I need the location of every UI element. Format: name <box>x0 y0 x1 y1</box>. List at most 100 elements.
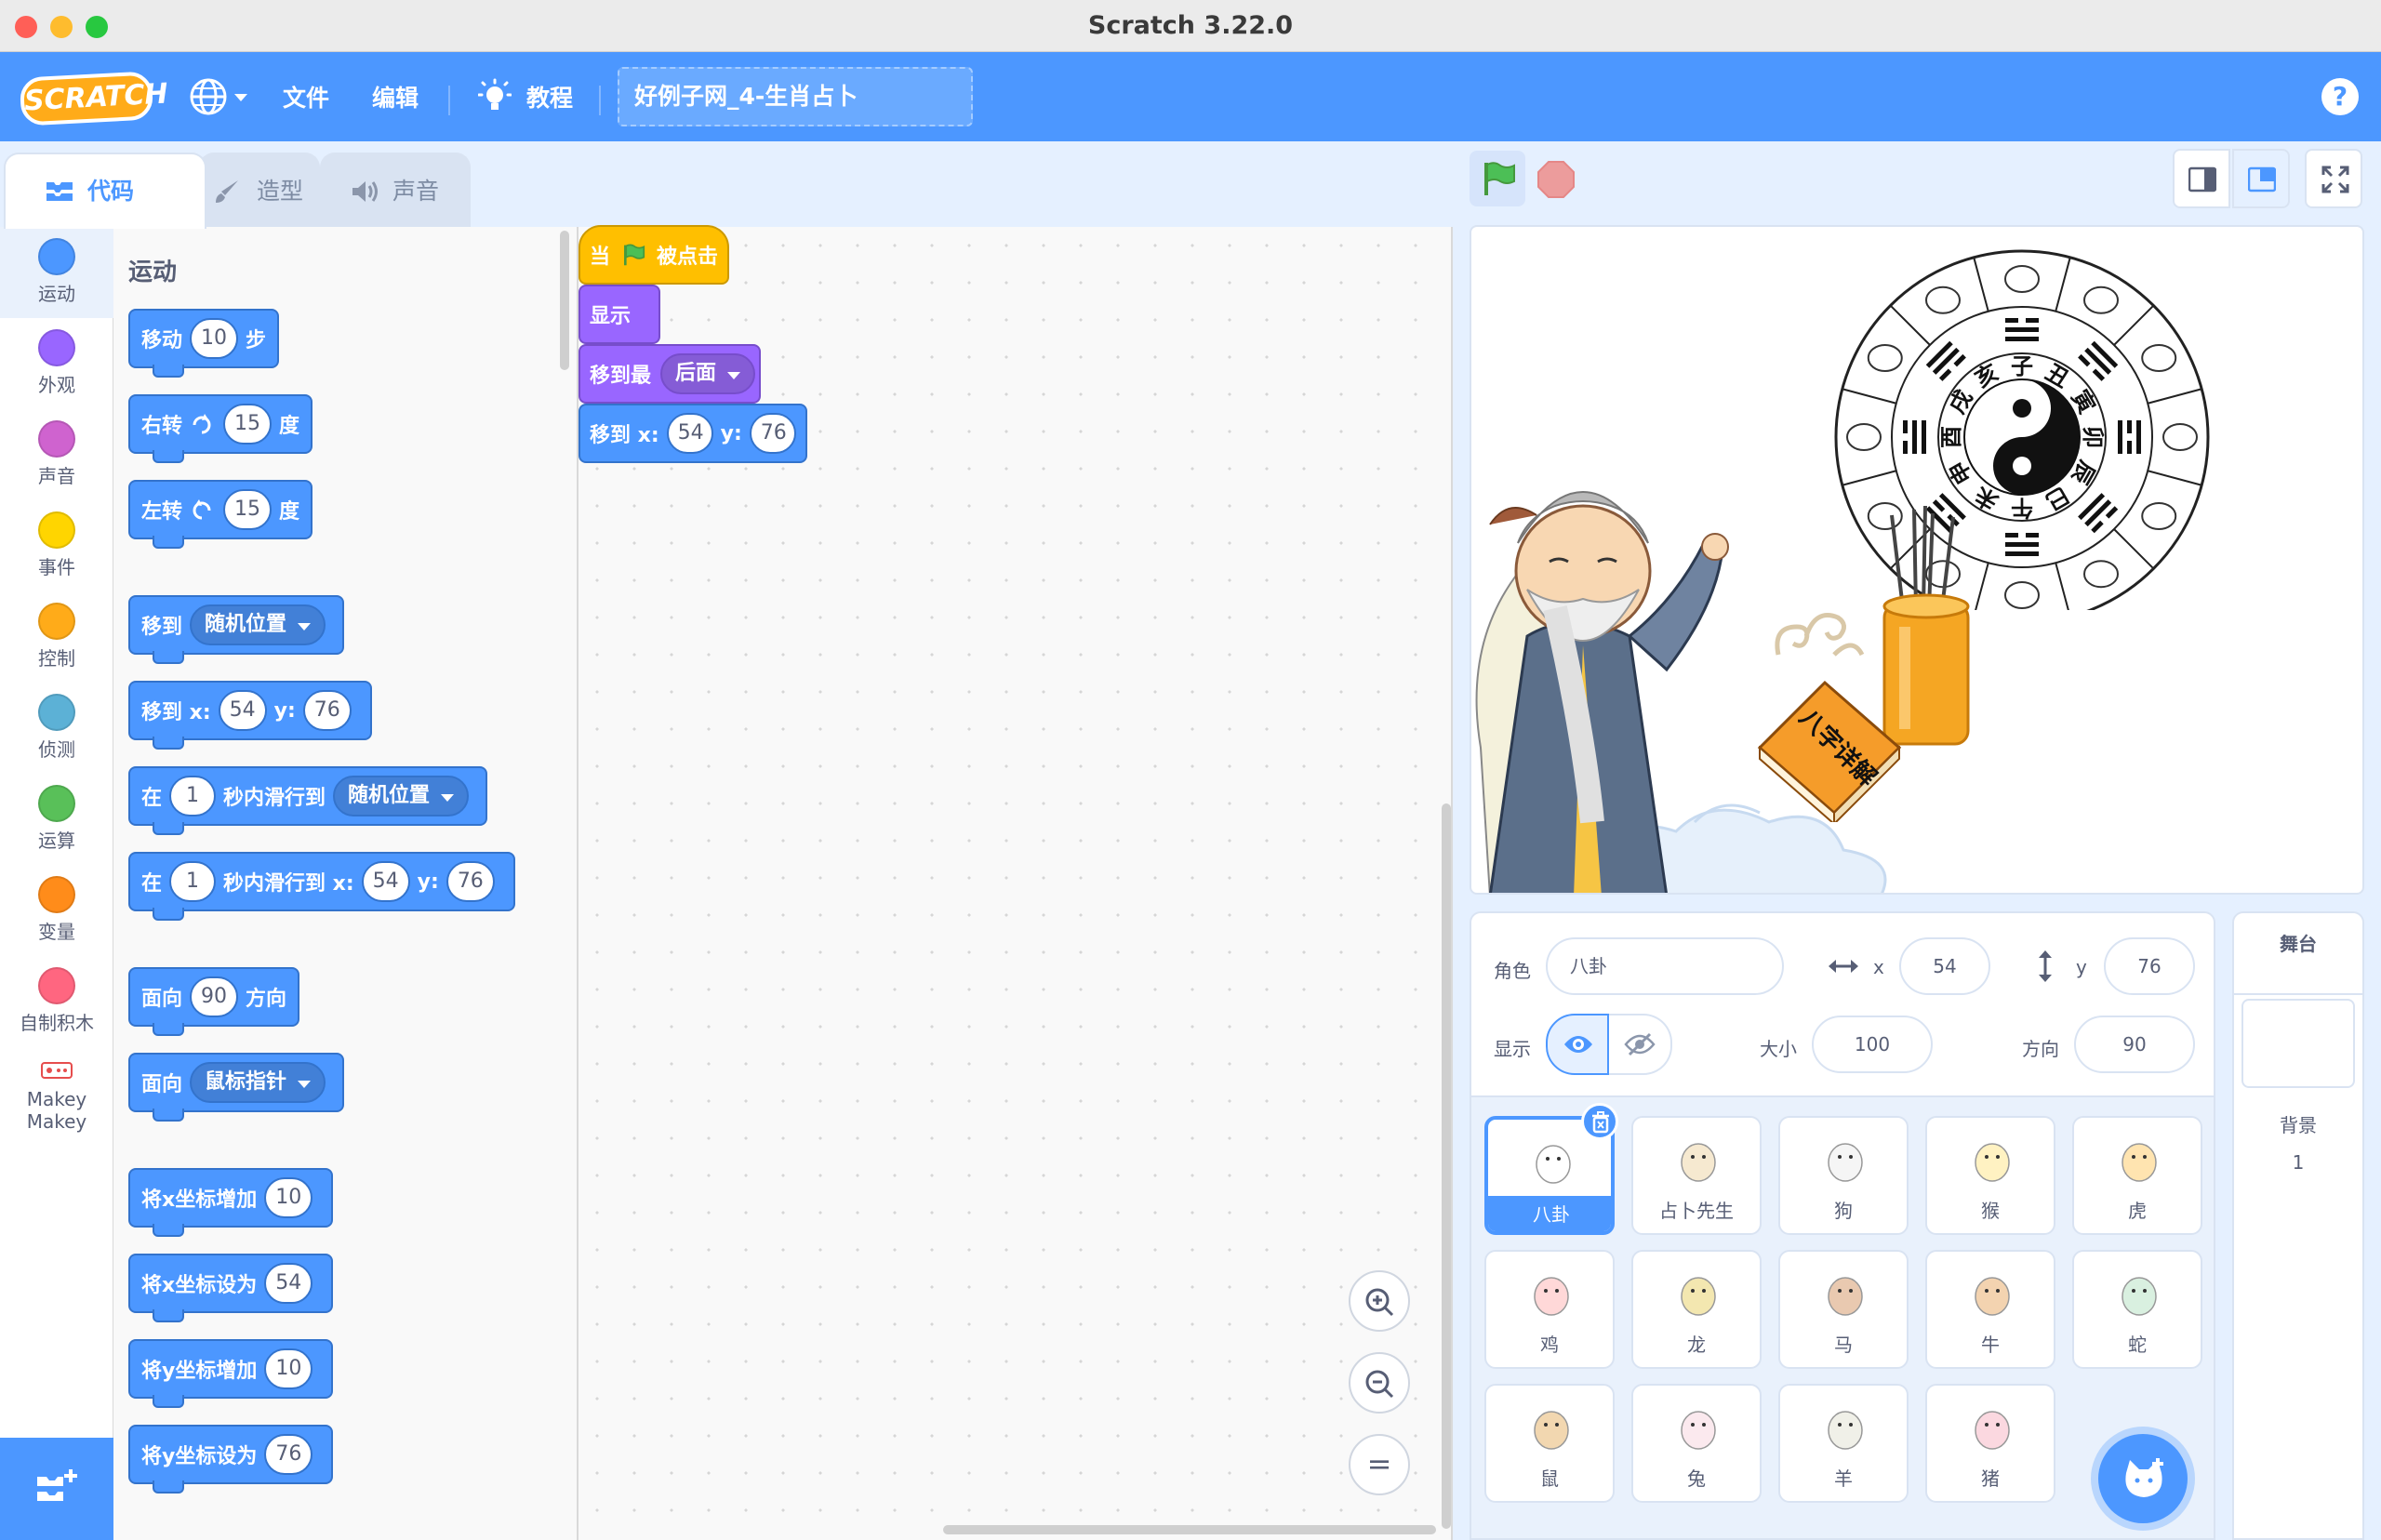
stage-canvas[interactable]: 亥子丑寅卯辰巳午未申酉戌 八字详解 <box>1470 225 2364 895</box>
add-extension-button[interactable] <box>0 1438 115 1540</box>
direction-input[interactable]: 90 <box>190 976 239 1017</box>
category-makey-makey[interactable]: Makey Makey <box>0 1047 113 1149</box>
fullscreen-button[interactable] <box>2305 149 2362 208</box>
zoom-out-button[interactable] <box>1349 1352 1410 1414</box>
y-input[interactable]: 76 <box>302 690 352 731</box>
block-move-steps[interactable]: 移动 10 步 <box>128 309 280 378</box>
sprite-tile[interactable]: 牛 <box>1925 1250 2055 1369</box>
block-turn-left[interactable]: 左转 15 度 <box>128 480 313 549</box>
sprite-tile[interactable]: 狗 <box>1778 1116 1909 1235</box>
category-looks[interactable]: 外观 <box>0 318 113 409</box>
block-point-towards[interactable]: 面向 鼠标指针 <box>128 1053 345 1122</box>
stop-icon[interactable] <box>1536 160 1576 199</box>
block-go-to[interactable]: 移到 随机位置 <box>128 595 345 664</box>
turn-left-degrees-input[interactable]: 15 <box>223 489 273 530</box>
glide-target-dropdown[interactable]: 随机位置 <box>333 776 470 816</box>
globe-icon[interactable] <box>188 76 229 117</box>
block-change-x[interactable]: 将x坐标增加 10 <box>128 1168 334 1237</box>
sprite-tile[interactable]: 虎 <box>2072 1116 2202 1235</box>
x-input[interactable]: 54 <box>218 690 267 731</box>
sprite-tile[interactable]: 鼠 <box>1484 1384 1615 1503</box>
turn-right-degrees-input[interactable]: 15 <box>223 404 273 445</box>
set-y-input[interactable]: 76 <box>264 1434 313 1475</box>
category-my-blocks[interactable]: 自制积木 <box>0 956 113 1047</box>
tab-costumes[interactable]: 造型 <box>199 153 320 227</box>
category-sensing[interactable]: 侦测 <box>0 683 113 774</box>
block-change-y[interactable]: 将y坐标增加 10 <box>128 1339 334 1408</box>
zoom-in-button[interactable] <box>1349 1270 1410 1332</box>
block-turn-right[interactable]: 右转 15 度 <box>128 394 313 463</box>
script-go-to-layer[interactable]: 移到最 后面 <box>579 344 761 404</box>
sprite-tile[interactable]: 鸡 <box>1484 1250 1615 1369</box>
hide-sprite-button[interactable] <box>1609 1014 1672 1075</box>
file-menu[interactable]: 文件 <box>283 80 329 117</box>
block-go-to-xy[interactable]: 移到 x: 54 y: 76 <box>128 681 372 750</box>
sprite-tile[interactable]: 马 <box>1778 1250 1909 1369</box>
block-set-x[interactable]: 将x坐标设为 54 <box>128 1254 334 1322</box>
palette-scrollbar[interactable] <box>560 231 569 370</box>
script-x-input[interactable]: 54 <box>666 413 713 454</box>
green-flag-button[interactable] <box>1470 151 1525 206</box>
cat-add-icon <box>2125 1458 2163 1497</box>
script-when-flag-clicked[interactable]: 当 被点击 <box>579 225 729 285</box>
x-position-input[interactable]: 54 <box>1899 937 1990 995</box>
script-show[interactable]: 显示 <box>579 285 660 344</box>
sprite-name-label: 角色 <box>1494 960 1531 982</box>
small-stage-button[interactable] <box>2173 149 2230 208</box>
tab-sounds[interactable]: 声音 <box>320 153 471 227</box>
show-sprite-button[interactable] <box>1546 1014 1609 1075</box>
change-y-input[interactable]: 10 <box>264 1348 313 1389</box>
edit-menu[interactable]: 编辑 <box>372 80 419 117</box>
sprite-tile-label: 鸡 <box>1540 1334 1559 1356</box>
sprite-name-input[interactable]: 八卦 <box>1546 937 1784 995</box>
sprite-tile[interactable]: 羊 <box>1778 1384 1909 1503</box>
sprite-tile[interactable]: 蛇 <box>2072 1250 2202 1369</box>
glide-y-input[interactable]: 76 <box>446 861 495 902</box>
category-variables[interactable]: 变量 <box>0 865 113 956</box>
glide-x-input[interactable]: 54 <box>361 861 410 902</box>
block-glide-to-xy[interactable]: 在 1 秒内滑行到 x: 54 y: 76 <box>128 852 515 921</box>
steps-input[interactable]: 10 <box>190 318 239 359</box>
category-motion[interactable]: 运动 <box>0 227 113 318</box>
sprite-tile[interactable]: 龙 <box>1631 1250 1762 1369</box>
zoom-reset-button[interactable]: = <box>1349 1434 1410 1495</box>
category-control[interactable]: 控制 <box>0 591 113 683</box>
category-operators[interactable]: 运算 <box>0 774 113 865</box>
change-x-input[interactable]: 10 <box>264 1177 313 1218</box>
glide-xy-seconds-input[interactable]: 1 <box>169 861 217 902</box>
help-button[interactable]: ? <box>2321 78 2359 115</box>
sprite-tile[interactable]: 兔 <box>1631 1384 1762 1503</box>
size-input[interactable]: 100 <box>1812 1016 1933 1073</box>
sprite-tile[interactable]: 猴 <box>1925 1116 2055 1235</box>
set-x-input[interactable]: 54 <box>264 1263 313 1304</box>
block-glide-to[interactable]: 在 1 秒内滑行到 随机位置 <box>128 766 488 835</box>
go-to-target-dropdown[interactable]: 随机位置 <box>190 604 326 645</box>
block-set-y[interactable]: 将y坐标设为 76 <box>128 1425 334 1494</box>
direction-input[interactable]: 90 <box>2074 1016 2195 1073</box>
script-go-to-xy[interactable]: 移到 x: 54 y: 76 <box>579 404 807 463</box>
add-sprite-button[interactable] <box>2098 1434 2188 1523</box>
glide-seconds-input[interactable]: 1 <box>169 776 217 816</box>
workspace-vertical-scrollbar[interactable] <box>1442 803 1451 1529</box>
tutorials-menu[interactable]: 教程 <box>526 80 573 117</box>
script-y-input[interactable]: 76 <box>749 413 796 454</box>
sprite-tile[interactable]: 猪 <box>1925 1384 2055 1503</box>
chevron-down-icon[interactable] <box>234 94 247 101</box>
normal-stage-button[interactable] <box>2232 149 2290 208</box>
category-sound[interactable]: 声音 <box>0 409 113 500</box>
lightbulb-icon[interactable] <box>478 78 512 115</box>
category-events[interactable]: 事件 <box>0 500 113 591</box>
stage-thumbnail[interactable] <box>2241 999 2355 1088</box>
scratch-logo[interactable]: SCRATCH <box>19 71 168 126</box>
project-title-input[interactable]: 好例子网_4-生肖占卜 <box>618 67 973 126</box>
tab-code[interactable]: 代码 <box>4 153 206 229</box>
sprite-tile[interactable]: 占卜先生 <box>1631 1116 1762 1235</box>
block-point-in-direction[interactable]: 面向 90 方向 <box>128 967 300 1036</box>
workspace-horizontal-scrollbar[interactable] <box>943 1525 1436 1534</box>
zodiac-branch-label: 酉 <box>1938 426 1964 448</box>
point-towards-dropdown[interactable]: 鼠标指针 <box>190 1062 326 1103</box>
layer-dropdown[interactable]: 后面 <box>660 353 756 394</box>
y-position-input[interactable]: 76 <box>2104 937 2195 995</box>
delete-sprite-button[interactable] <box>1581 1103 1618 1140</box>
fortune-teller-sprite <box>1475 491 1729 893</box>
